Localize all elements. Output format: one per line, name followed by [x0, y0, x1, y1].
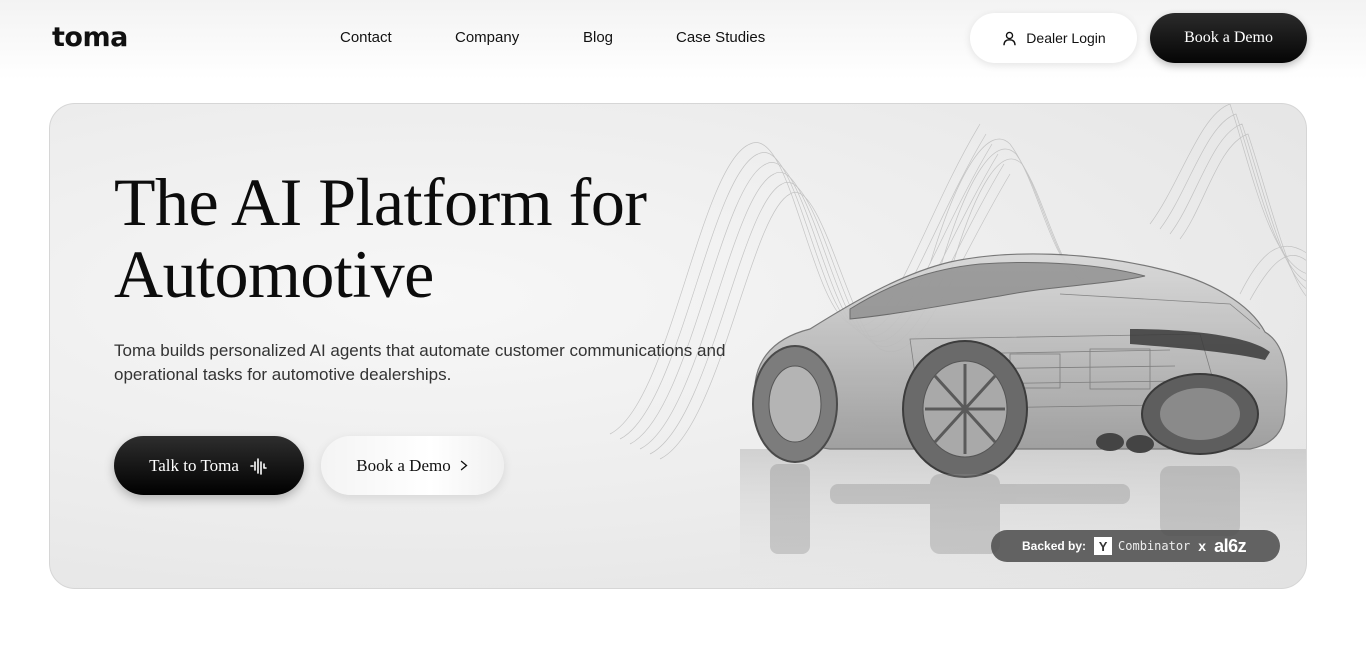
talk-to-toma-label: Talk to Toma: [149, 455, 239, 475]
nav-link-contact[interactable]: Contact: [340, 29, 392, 46]
user-icon: [1003, 31, 1017, 45]
book-demo-header-button[interactable]: Book a Demo: [1150, 13, 1307, 63]
nav-link-company[interactable]: Company: [455, 29, 519, 46]
toma-logo[interactable]: toma: [52, 22, 128, 53]
nav-link-blog[interactable]: Blog: [583, 29, 613, 46]
book-demo-hero-button[interactable]: Book a Demo: [321, 436, 504, 495]
chevron-right-icon: [460, 460, 468, 471]
a16z-logo: al6z: [1214, 535, 1247, 556]
yc-logo-text: Combinator: [1118, 539, 1191, 553]
nav-link-case-studies[interactable]: Case Studies: [676, 29, 765, 46]
book-demo-hero-label: Book a Demo: [356, 455, 451, 475]
sound-wave-icon: [250, 457, 267, 475]
backed-by-label: Backed by:: [1022, 539, 1087, 553]
yc-logo: Y: [1094, 537, 1113, 555]
hero-description: Toma builds personalized AI agents that …: [114, 341, 726, 384]
hero-title: The AI Platform for Automotive: [114, 164, 647, 312]
site-header: toma Contact Company Blog Case Studies D…: [0, 0, 1366, 80]
talk-to-toma-button[interactable]: Talk to Toma: [114, 436, 304, 495]
backed-by-badge: Backed by: Y Combinator x al6z: [991, 530, 1280, 562]
dealer-login-label: Dealer Login: [1026, 30, 1106, 46]
investor-separator: x: [1198, 538, 1207, 554]
dealer-login-button[interactable]: Dealer Login: [970, 13, 1137, 63]
hero-card: The AI Platform for Automotive Toma buil…: [49, 103, 1307, 589]
